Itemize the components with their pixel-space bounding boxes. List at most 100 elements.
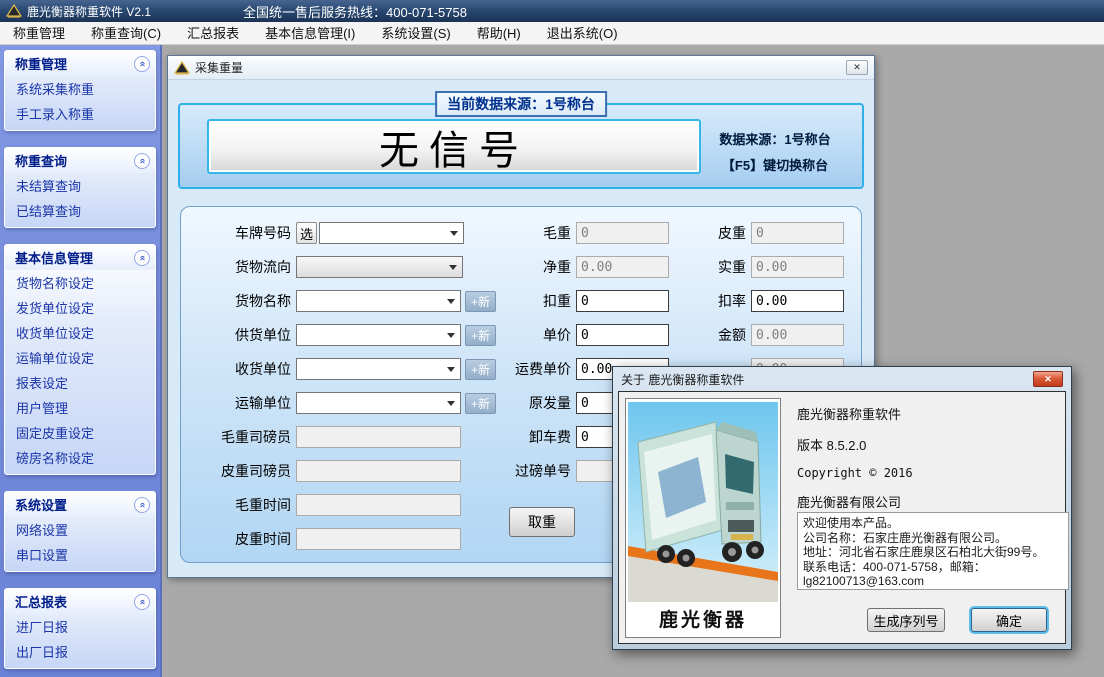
about-dialog: 关于 鹿光衡器称重软件 ✕ — [612, 366, 1072, 650]
contact-line: lg82100713@163.com — [803, 574, 1063, 589]
sidebar-item-user-management[interactable]: 用户管理 — [5, 395, 155, 420]
about-dialog-title: 关于 鹿光衡器称重软件 — [621, 371, 744, 388]
sidebar-item-network-settings[interactable]: 网络设置 — [5, 517, 155, 542]
sidebar-item-fixed-tare[interactable]: 固定皮重设定 — [5, 420, 155, 445]
goods-name-row: 货物名称 +新 — [191, 290, 496, 312]
menu-weigh-query[interactable]: 称重查询(C) — [78, 22, 174, 45]
chevron-up-icon[interactable]: « — [134, 250, 150, 266]
sidebar-item-sender-unit[interactable]: 发货单位设定 — [5, 295, 155, 320]
sidebar-group-header[interactable]: 汇总报表 « — [5, 589, 155, 614]
goods-name-combobox[interactable] — [296, 290, 461, 312]
sidebar-group-header[interactable]: 称重管理 « — [5, 51, 155, 76]
sidebar-group-header[interactable]: 基本信息管理 « — [5, 245, 155, 270]
capture-window-titlebar: 采集重量 ✕ — [168, 56, 874, 80]
sidebar-item-serial-settings[interactable]: 串口设置 — [5, 542, 155, 571]
contact-line: 地址：河北省石家庄鹿泉区石柏北大街99号。 — [803, 545, 1063, 560]
sidebar-group-title: 称重管理 — [15, 54, 67, 73]
about-app-name: 鹿光衡器称重软件 — [797, 404, 913, 423]
plate-number-label: 车牌号码 — [191, 222, 291, 244]
menu-summary-report[interactable]: 汇总报表 — [174, 22, 252, 45]
hotline-text: 全国统一售后服务热线：400-071-5758 — [243, 2, 467, 21]
sidebar-group-basic-info: 基本信息管理 « 货物名称设定 发货单位设定 收货单位设定 运输单位设定 报表设… — [4, 244, 156, 475]
deduct-rate-row: 扣率 — [701, 290, 844, 312]
window-close-button[interactable]: ✕ — [846, 60, 868, 75]
sidebar-group-header[interactable]: 称重查询 « — [5, 148, 155, 173]
chevron-up-icon[interactable]: « — [134, 153, 150, 169]
amount-label: 金额 — [701, 324, 746, 346]
unit-price-row: 单价 — [481, 324, 669, 346]
tare-operator-row: 皮重司磅员 — [191, 460, 496, 482]
sidebar-item-system-capture[interactable]: 系统采集称重 — [5, 76, 155, 101]
deduct-rate-field[interactable] — [751, 290, 844, 312]
weight-signal-display: 无信号 — [207, 119, 701, 174]
tare-weight-field — [751, 222, 844, 244]
gross-time-row: 毛重时间 — [191, 494, 496, 516]
sidebar-item-outbound-daily[interactable]: 出厂日报 — [5, 639, 155, 668]
generate-serial-button[interactable]: 生成序列号 — [867, 608, 945, 632]
sidebar-item-transport-unit[interactable]: 运输单位设定 — [5, 345, 155, 370]
transport-combobox[interactable] — [296, 392, 461, 414]
menubar: 称重管理 称重查询(C) 汇总报表 基本信息管理(I) 系统设置(S) 帮助(H… — [0, 22, 1104, 45]
sidebar-item-report-setting[interactable]: 报表设定 — [5, 370, 155, 395]
chevron-up-icon[interactable]: « — [134, 56, 150, 72]
tare-time-row: 皮重时间 — [191, 528, 496, 550]
sidebar-item-unsettled-query[interactable]: 未结算查询 — [5, 173, 155, 198]
plate-number-combobox[interactable] — [319, 222, 464, 244]
chevron-up-icon[interactable]: « — [134, 594, 150, 610]
sidebar-item-goods-name[interactable]: 货物名称设定 — [5, 270, 155, 295]
sidebar-group-title: 汇总报表 — [15, 592, 67, 611]
gross-operator-label: 毛重司磅员 — [191, 426, 291, 448]
about-copyright: Copyright © 2016 — [797, 466, 913, 480]
receiver-combobox[interactable] — [296, 358, 461, 380]
tare-time-label: 皮重时间 — [191, 528, 291, 550]
tare-operator-label: 皮重司磅员 — [191, 460, 291, 482]
deduct-weight-field[interactable] — [576, 290, 669, 312]
contact-line: 联系电话：400-071-5758，邮箱： — [803, 560, 1063, 575]
about-info: 鹿光衡器称重软件 版本 8.5.2.0 Copyright © 2016 鹿光衡… — [797, 404, 913, 523]
sidebar-item-inbound-daily[interactable]: 进厂日报 — [5, 614, 155, 639]
menu-exit[interactable]: 退出系统(O) — [534, 22, 631, 45]
sidebar-group-title: 系统设置 — [15, 495, 67, 514]
menu-help[interactable]: 帮助(H) — [464, 22, 534, 45]
gross-time-field — [296, 494, 461, 516]
net-weight-field — [576, 256, 669, 278]
menu-basic-info[interactable]: 基本信息管理(I) — [252, 22, 368, 45]
actual-weight-field — [751, 256, 844, 278]
app-logo-icon — [6, 4, 22, 18]
actual-weight-row: 实重 — [701, 256, 844, 278]
chevron-up-icon[interactable]: « — [134, 497, 150, 513]
dialog-close-button[interactable]: ✕ — [1033, 371, 1063, 387]
take-weight-button[interactable]: 取重 — [509, 507, 575, 537]
supplier-combobox[interactable] — [296, 324, 461, 346]
sidebar-item-settled-query[interactable]: 已结算查询 — [5, 198, 155, 227]
net-weight-row: 净重 — [481, 256, 669, 278]
tare-time-field — [296, 528, 461, 550]
unit-price-label: 单价 — [481, 324, 571, 346]
ok-button[interactable]: 确定 — [971, 608, 1047, 632]
sidebar-group-title: 称重查询 — [15, 151, 67, 170]
goods-flow-combobox[interactable] — [296, 256, 463, 278]
about-dialog-body: 鹿光衡器 鹿光衡器称重软件 版本 8.5.2.0 Copyright © 201… — [618, 391, 1066, 644]
gross-time-label: 毛重时间 — [191, 494, 291, 516]
unit-price-field[interactable] — [576, 324, 669, 346]
gross-weight-row: 毛重 — [481, 222, 669, 244]
sidebar-item-manual-entry[interactable]: 手工录入称重 — [5, 101, 155, 130]
sidebar-group-system: 系统设置 « 网络设置 串口设置 — [4, 491, 156, 572]
data-source-info: 数据来源：1号称台 【F5】键切换称台 — [700, 127, 850, 179]
sidebar-item-scale-house-name[interactable]: 磅房名称设定 — [5, 445, 155, 474]
amount-row: 金额 — [701, 324, 844, 346]
capture-window-title: 采集重量 — [195, 59, 243, 76]
menu-system-settings[interactable]: 系统设置(S) — [368, 22, 463, 45]
sidebar-group-header[interactable]: 系统设置 « — [5, 492, 155, 517]
dropdown-arrow-icon — [450, 231, 458, 240]
actual-weight-label: 实重 — [701, 256, 746, 278]
truck-image-caption: 鹿光衡器 — [628, 603, 778, 633]
about-dialog-titlebar: 关于 鹿光衡器称重软件 ✕ — [613, 367, 1071, 391]
about-version: 版本 8.5.2.0 — [797, 435, 913, 454]
menu-weighing[interactable]: 称重管理 — [0, 22, 78, 45]
data-source-line: 数据来源：1号称台 — [700, 127, 850, 153]
sidebar-group-title: 基本信息管理 — [15, 248, 93, 267]
supplier-label: 供货单位 — [191, 324, 291, 346]
plate-select-button[interactable]: 选 — [296, 222, 317, 244]
sidebar-item-receiver-unit[interactable]: 收货单位设定 — [5, 320, 155, 345]
